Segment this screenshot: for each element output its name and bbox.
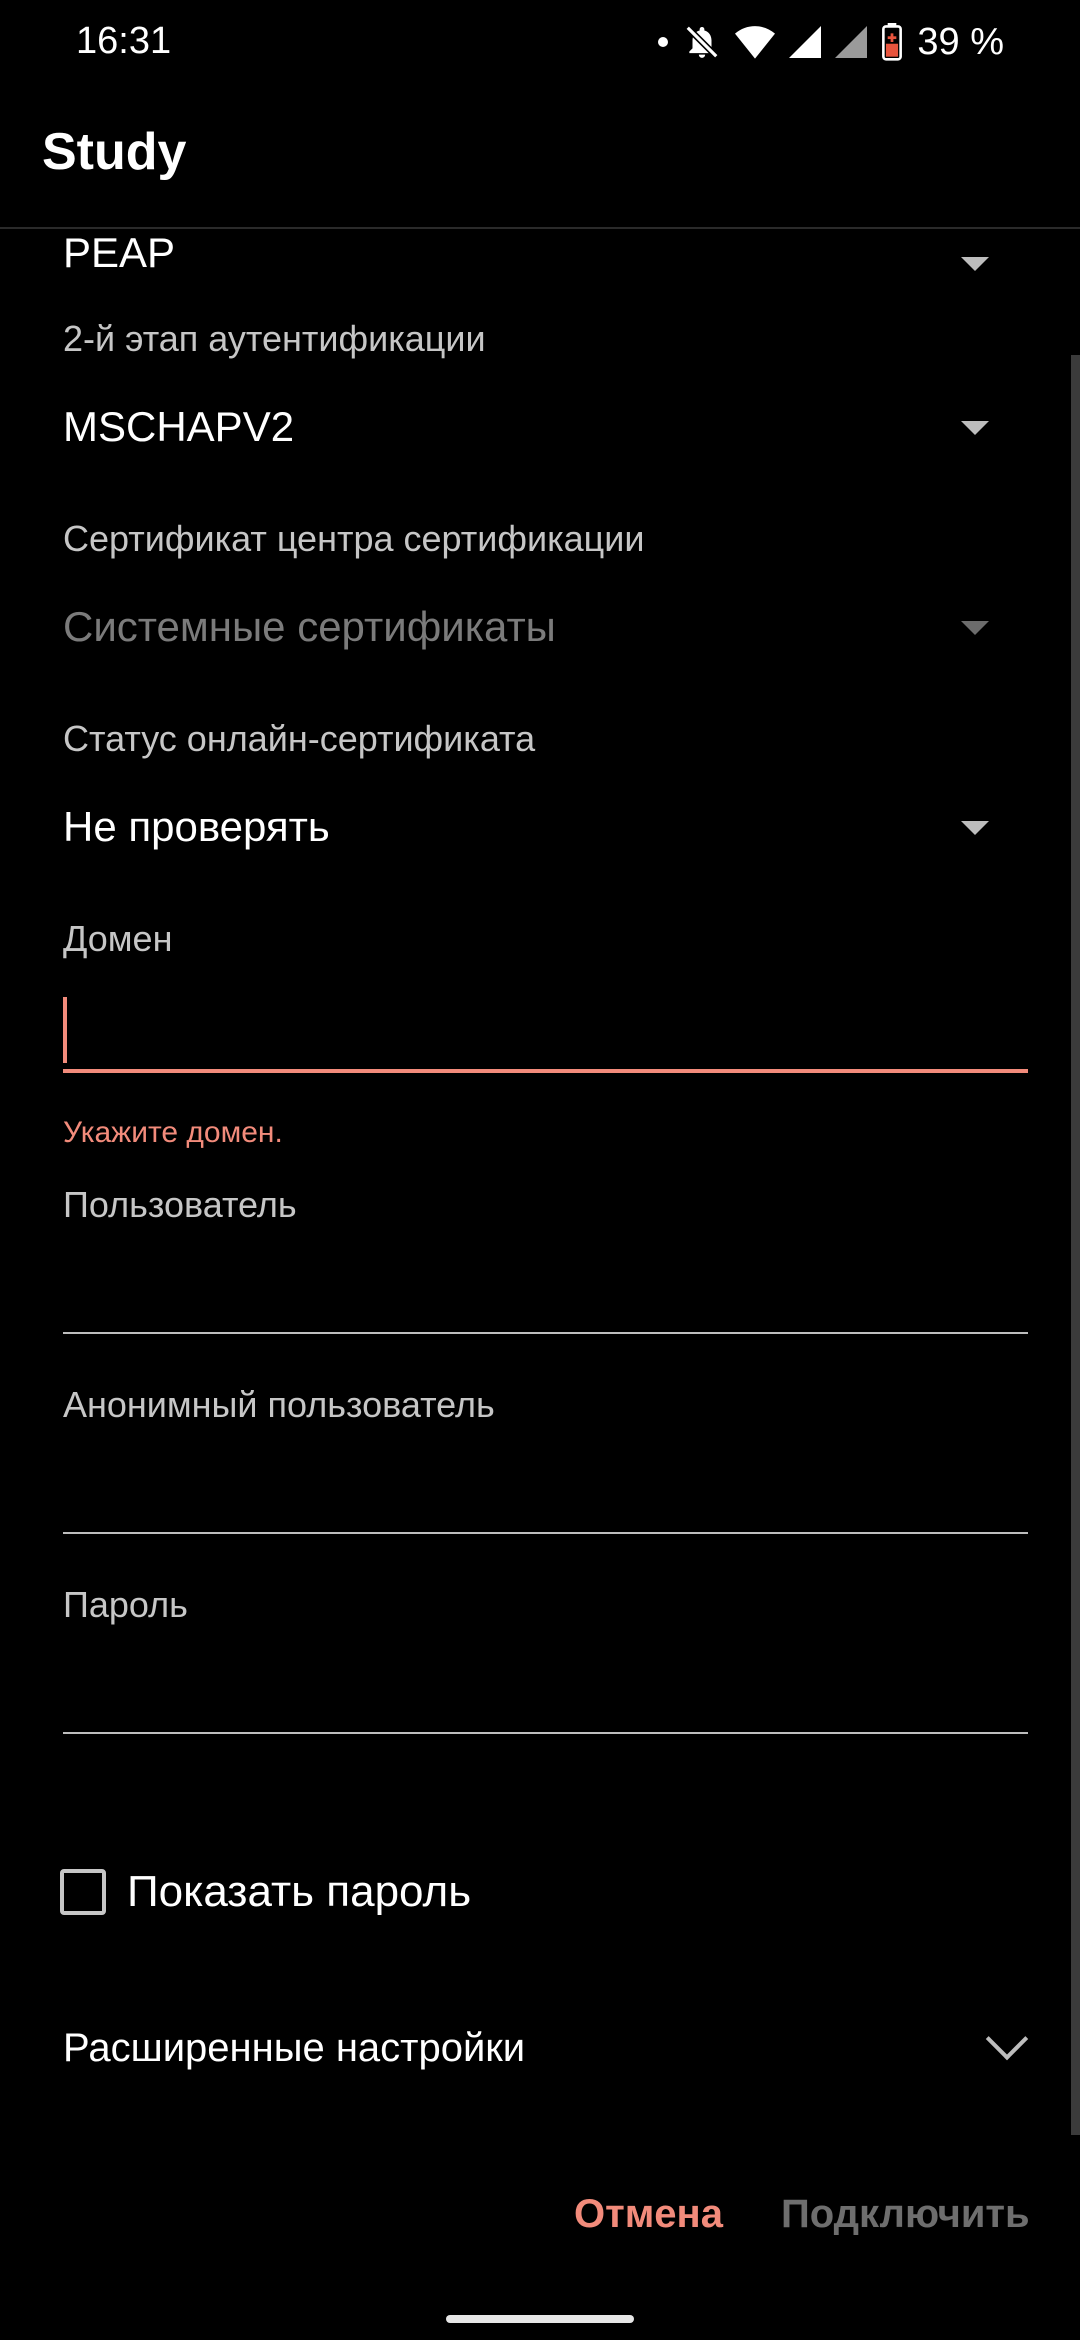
anonymous-input[interactable] — [63, 1449, 1028, 1534]
chevron-down-icon — [985, 2017, 1029, 2061]
text-cursor — [63, 997, 67, 1063]
phase2-label: 2-й этап аутентификации — [63, 318, 486, 359]
caret-down-icon — [961, 621, 989, 635]
eap-method-value: PEAP — [63, 229, 176, 276]
caret-down-icon — [961, 821, 989, 835]
phase2-value: MSCHAPV2 — [63, 403, 295, 450]
battery-percent: 39 % — [917, 20, 1004, 63]
cancel-button[interactable]: Отмена — [574, 2192, 723, 2237]
anonymous-label: Анонимный пользователь — [63, 1384, 495, 1425]
ca-cert-label: Сертификат центра сертификации — [63, 518, 645, 559]
domain-label: Домен — [63, 918, 173, 959]
scrollbar[interactable] — [1071, 355, 1080, 2135]
advanced-settings-row[interactable]: Расширенные настройки — [0, 2004, 1080, 2094]
eap-method-dropdown[interactable]: PEAP — [0, 229, 1080, 289]
page-title: Study — [42, 123, 187, 181]
connect-button[interactable]: Подключить — [781, 2192, 1030, 2237]
identity-label: Пользователь — [63, 1184, 297, 1225]
show-password-checkbox[interactable] — [60, 1869, 106, 1915]
password-underline — [63, 1732, 1028, 1734]
anonymous-underline — [63, 1532, 1028, 1534]
show-password-row[interactable]: Показать пароль — [55, 1859, 555, 1929]
status-time: 16:31 — [76, 20, 172, 62]
bell-off-icon — [685, 25, 719, 59]
identity-input[interactable] — [63, 1249, 1028, 1334]
battery-saver-icon — [882, 23, 903, 61]
show-password-label: Показать пароль — [127, 1867, 472, 1916]
ocsp-dropdown[interactable]: Не проверять — [0, 779, 1080, 869]
caret-down-icon — [961, 257, 989, 271]
signal-icon — [789, 26, 822, 58]
phase2-dropdown[interactable]: MSCHAPV2 — [0, 379, 1080, 469]
identity-underline — [63, 1332, 1028, 1334]
wifi-icon — [735, 26, 776, 59]
signal-icon — [835, 26, 868, 58]
domain-underline — [63, 1069, 1028, 1073]
dot-icon — [658, 37, 669, 47]
password-input[interactable] — [63, 1649, 1028, 1734]
ocsp-value: Не проверять — [63, 803, 330, 850]
ocsp-label: Статус онлайн-сертификата — [63, 718, 536, 759]
status-icons: 39 % — [657, 20, 1004, 64]
domain-input[interactable] — [63, 989, 1028, 1074]
ca-cert-dropdown[interactable]: Системные сертификаты — [0, 579, 1080, 669]
gesture-nav-bar[interactable] — [446, 2315, 634, 2323]
wifi-config-form[interactable]: PEAP 2-й этап аутентификации MSCHAPV2 Се… — [0, 229, 1080, 2159]
caret-down-icon — [961, 421, 989, 435]
domain-error-text: Укажите домен. — [63, 1116, 283, 1149]
status-bar: 16:31 39 % — [0, 0, 1080, 90]
password-label: Пароль — [63, 1584, 188, 1625]
ca-cert-value: Системные сертификаты — [63, 603, 556, 650]
advanced-settings-label: Расширенные настройки — [63, 2026, 526, 2070]
